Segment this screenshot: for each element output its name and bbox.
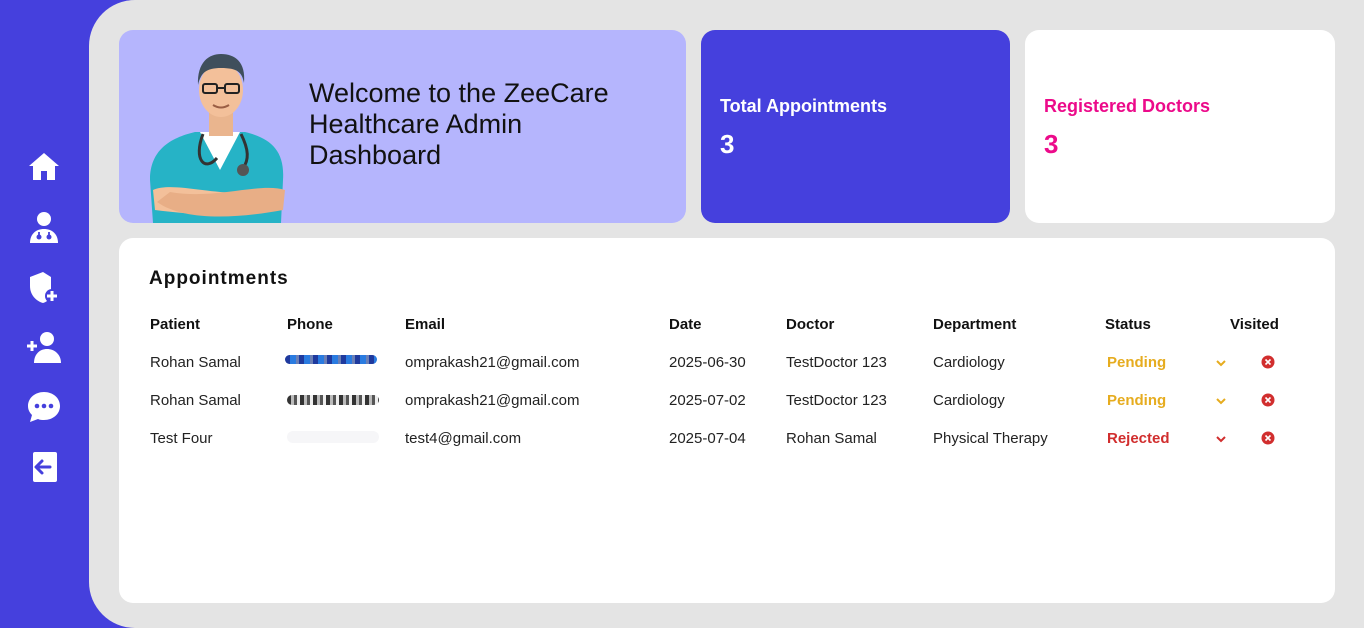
not-visited-icon	[1261, 431, 1275, 445]
add-doctor-icon[interactable]	[24, 327, 64, 367]
messages-icon[interactable]	[24, 387, 64, 427]
welcome-line-1: Welcome to the ZeeCare	[309, 78, 609, 108]
row-1-doctor: TestDoctor 123	[786, 392, 887, 409]
header-email: Email	[405, 316, 446, 333]
row-1-patient: Rohan Samal	[150, 392, 241, 409]
row-1-phone-redacted	[287, 395, 379, 405]
welcome-heading: Welcome to the ZeeCare Healthcare Admin …	[309, 78, 659, 171]
appointments-panel: Appointments Patient Phone Email Date Do…	[119, 238, 1335, 603]
chevron-down-icon[interactable]	[1215, 357, 1227, 369]
header-department: Department	[933, 316, 1017, 333]
row-0-department: Cardiology	[933, 354, 1005, 371]
row-1-status-select[interactable]: Pending	[1107, 392, 1166, 409]
row-0-patient: Rohan Samal	[150, 354, 241, 371]
chevron-down-icon[interactable]	[1215, 395, 1227, 407]
row-1-date: 2025-07-02	[669, 392, 746, 409]
welcome-line-2: Healthcare Admin	[309, 109, 523, 139]
doctor-illustration	[150, 54, 285, 223]
row-2-doctor: Rohan Samal	[786, 430, 877, 447]
total-appointments-value: 3	[720, 129, 735, 159]
not-visited-icon	[1261, 355, 1275, 369]
row-2-patient: Test Four	[150, 430, 213, 447]
row-1-department: Cardiology	[933, 392, 1005, 409]
doctor-icon[interactable]	[24, 207, 64, 247]
registered-doctors-card: Registered Doctors 3	[1025, 30, 1335, 223]
header-doctor: Doctor	[786, 316, 835, 333]
sidebar	[0, 0, 90, 628]
header-phone: Phone	[287, 316, 333, 333]
row-1-email: omprakash21@gmail.com	[405, 392, 580, 409]
row-2-email: test4@gmail.com	[405, 430, 522, 447]
row-0-email: omprakash21@gmail.com	[405, 354, 580, 371]
registered-doctors-value: 3	[1044, 129, 1059, 159]
logout-icon[interactable]	[24, 447, 64, 487]
chevron-down-icon[interactable]	[1215, 433, 1227, 445]
row-2-department: Physical Therapy	[933, 430, 1048, 447]
header-status: Status	[1105, 316, 1151, 333]
appointments-title: Appointments	[149, 268, 289, 289]
total-appointments-card: Total Appointments 3	[701, 30, 1010, 223]
header-patient: Patient	[150, 316, 201, 333]
row-2-status-select[interactable]: Rejected	[1107, 430, 1170, 447]
not-visited-icon	[1261, 393, 1275, 407]
row-2-phone-redacted	[287, 431, 379, 443]
home-icon[interactable]	[24, 147, 64, 187]
row-2-date: 2025-07-04	[669, 430, 746, 447]
row-0-date: 2025-06-30	[669, 354, 746, 371]
row-0-status-select[interactable]: Pending	[1107, 354, 1166, 371]
welcome-line-3: Dashboard	[309, 140, 442, 170]
row-0-doctor: TestDoctor 123	[786, 354, 887, 371]
header-visited: Visited	[1230, 316, 1279, 333]
registered-doctors-label: Registered Doctors	[1044, 96, 1211, 116]
welcome-card: Welcome to the ZeeCare Healthcare Admin …	[119, 30, 686, 223]
total-appointments-label: Total Appointments	[720, 96, 887, 116]
row-0-phone-redacted	[285, 355, 377, 364]
add-admin-shield-icon[interactable]	[24, 267, 64, 307]
main-content: Welcome to the ZeeCare Healthcare Admin …	[89, 0, 1364, 628]
header-date: Date	[669, 316, 702, 333]
